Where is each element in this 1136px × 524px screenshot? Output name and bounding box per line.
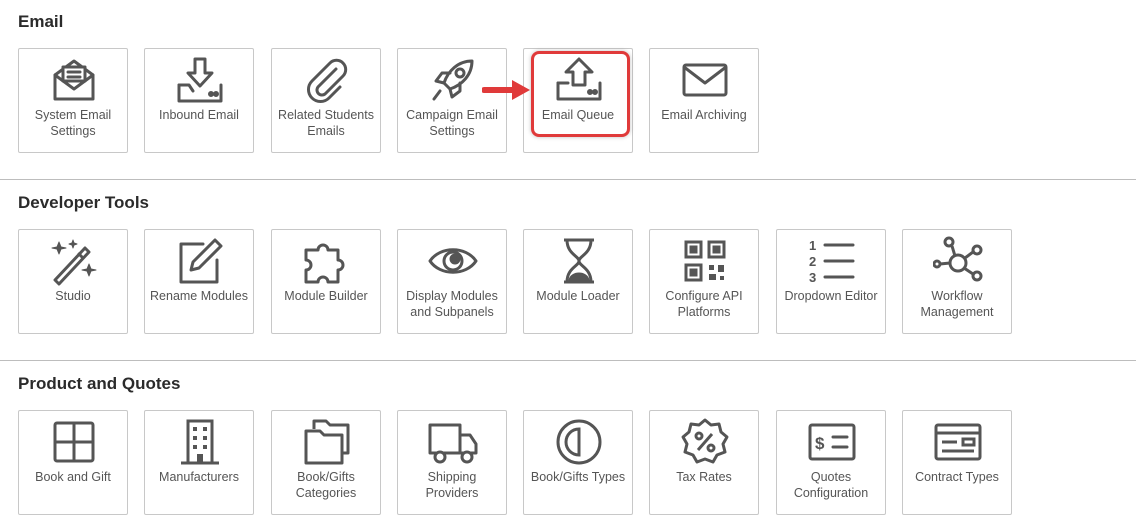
numbered-list-icon: 1 2 3 — [807, 236, 857, 286]
tile-label: Studio — [55, 289, 91, 303]
tile-workflow-management[interactable]: Workflow Management — [902, 229, 1012, 334]
inbox-download-icon — [175, 55, 225, 105]
tile-label: Tax Rates — [676, 470, 732, 484]
rocket-icon — [428, 55, 478, 105]
tile-shipping-providers[interactable]: Shipping Providers — [397, 410, 507, 515]
tile-book-and-gift[interactable]: Book and Gift — [18, 410, 128, 515]
tile-book-gifts-categories[interactable]: Book/Gifts Categories — [271, 410, 381, 515]
paperclip-icon — [302, 55, 352, 105]
eye-icon — [428, 236, 478, 286]
tile-label: Dropdown Editor — [784, 289, 878, 303]
tile-email-archiving[interactable]: Email Archiving — [649, 48, 759, 153]
tile-configure-api-platforms[interactable]: Configure API Platforms — [649, 229, 759, 334]
folders-icon — [302, 417, 352, 467]
tile-manufacturers[interactable]: Manufacturers — [144, 410, 254, 515]
tile-label: Workflow Management — [920, 289, 994, 319]
tile-dropdown-editor[interactable]: 1 2 3 Dropdown Editor — [776, 229, 886, 334]
tile-label: Book and Gift — [35, 470, 111, 484]
open-envelope-icon — [49, 55, 99, 105]
grid-box-icon — [49, 417, 99, 467]
tile-label: System Email Settings — [34, 108, 112, 138]
tile-system-email-settings[interactable]: System Email Settings — [18, 48, 128, 153]
svg-text:2: 2 — [809, 254, 816, 269]
section-divider — [0, 179, 1136, 180]
tile-tax-rates[interactable]: Tax Rates — [649, 410, 759, 515]
tile-label: Rename Modules — [150, 289, 248, 303]
tile-display-modules-subpanels[interactable]: Display Modules and Subpanels — [397, 229, 507, 334]
tile-module-loader[interactable]: Module Loader — [523, 229, 633, 334]
tile-studio[interactable]: Studio — [18, 229, 128, 334]
tile-label: Book/Gifts Types — [530, 470, 626, 484]
half-circle-icon — [554, 417, 604, 467]
svg-text:1: 1 — [809, 238, 816, 253]
highlight-box — [531, 51, 630, 137]
tile-inbound-email[interactable]: Inbound Email — [144, 48, 254, 153]
tile-label: Manufacturers — [159, 470, 239, 484]
tile-rename-modules[interactable]: Rename Modules — [144, 229, 254, 334]
svg-text:3: 3 — [809, 270, 816, 285]
tile-label: Quotes Configuration — [793, 470, 869, 500]
section-title-developer-tools: Developer Tools — [18, 193, 149, 212]
tile-label: Inbound Email — [159, 108, 239, 122]
tile-label: Module Builder — [284, 289, 368, 303]
truck-icon — [428, 417, 478, 467]
tile-label: Contract Types — [915, 470, 999, 484]
price-tag-icon: $ — [807, 417, 857, 467]
puzzle-icon — [302, 236, 352, 286]
tile-label: Display Modules and Subpanels — [406, 289, 498, 319]
tile-book-gifts-types[interactable]: Book/Gifts Types — [523, 410, 633, 515]
tile-quotes-configuration[interactable]: $ Quotes Configuration — [776, 410, 886, 515]
qr-code-icon — [680, 236, 730, 286]
section-divider — [0, 360, 1136, 361]
magic-wand-icon — [49, 236, 99, 286]
tile-label: Related Students Emails — [278, 108, 374, 138]
tile-label: Shipping Providers — [425, 470, 479, 500]
network-nodes-icon — [933, 236, 983, 286]
tile-contract-types[interactable]: Contract Types — [902, 410, 1012, 515]
tile-module-builder[interactable]: Module Builder — [271, 229, 381, 334]
contract-card-icon — [933, 417, 983, 467]
tile-label: Book/Gifts Categories — [295, 470, 357, 500]
annotation-arrow-icon — [482, 80, 530, 100]
envelope-icon — [680, 55, 730, 105]
tile-label: Campaign Email Settings — [406, 108, 498, 138]
tile-related-students-emails[interactable]: Related Students Emails — [271, 48, 381, 153]
section-title-product-and-quotes: Product and Quotes — [18, 374, 181, 393]
hourglass-icon — [554, 236, 604, 286]
building-icon — [175, 417, 225, 467]
svg-text:$: $ — [815, 434, 825, 453]
edit-pencil-icon — [175, 236, 225, 286]
tile-label: Module Loader — [536, 289, 620, 303]
tile-label: Configure API Platforms — [665, 289, 743, 319]
percent-badge-icon — [680, 417, 730, 467]
tile-label: Email Archiving — [661, 108, 747, 122]
section-title-email: Email — [18, 12, 64, 31]
